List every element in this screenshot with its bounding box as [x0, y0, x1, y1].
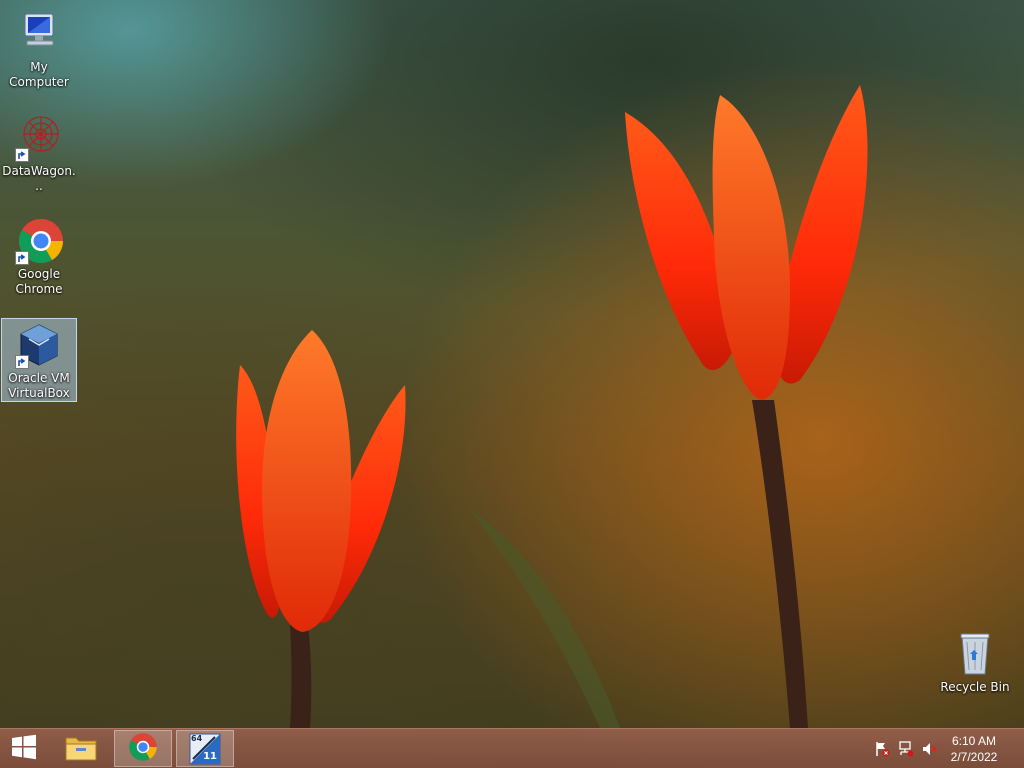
- recycle-bin-icon: [951, 630, 999, 678]
- action-center-flag-icon[interactable]: [873, 741, 891, 757]
- computer-icon: [15, 10, 63, 58]
- my-computer-desktop-icon[interactable]: My Computer: [1, 8, 77, 90]
- virtualbox-icon: [15, 321, 63, 369]
- oracle-vm-virtualbox-label: Oracle VM VirtualBox: [8, 371, 70, 400]
- datawagon-label: DataWagon...: [2, 164, 76, 193]
- chrome-icon: [15, 217, 63, 265]
- taskbar-file-explorer-button[interactable]: [52, 730, 110, 767]
- app-badge-bottom: 11: [203, 750, 217, 762]
- google-chrome-desktop-icon[interactable]: Google Chrome: [1, 215, 77, 297]
- datawagon-icon: [15, 114, 63, 162]
- volume-muted-icon[interactable]: [921, 741, 939, 757]
- start-button[interactable]: [0, 730, 48, 767]
- datawagon-desktop-icon[interactable]: DataWagon...: [1, 112, 77, 194]
- shortcut-arrow-icon: [15, 148, 29, 162]
- app-badge-top: 64: [191, 733, 203, 743]
- shortcut-arrow-icon: [15, 251, 29, 265]
- desktop[interactable]: My Computer DataWagon... Google Chrome O…: [0, 0, 1024, 768]
- oracle-vm-virtualbox-desktop-icon[interactable]: Oracle VM VirtualBox: [1, 318, 77, 402]
- my-computer-label: My Computer: [9, 60, 69, 89]
- shortcut-arrow-icon: [15, 355, 29, 369]
- file-explorer-icon: [64, 732, 98, 766]
- taskbar-chrome-button[interactable]: [114, 730, 172, 767]
- recycle-bin-label: Recycle Bin: [940, 680, 1010, 694]
- wallpaper-tulips: [236, 85, 868, 728]
- recycle-bin-desktop-icon[interactable]: Recycle Bin: [937, 628, 1013, 695]
- clock-date: 2/7/2022: [950, 750, 998, 764]
- windows-logo-icon: [11, 734, 37, 764]
- google-chrome-label: Google Chrome: [15, 267, 63, 296]
- network-icon[interactable]: [897, 741, 915, 757]
- taskbar: 64 11 6:10 AM 2/7/2022: [0, 728, 1024, 768]
- clock-time: 6:10 AM: [951, 734, 997, 748]
- taskbar-app-64-11-button[interactable]: 64 11: [176, 730, 234, 767]
- app-64-11-icon: 64 11: [189, 733, 221, 765]
- chrome-icon: [128, 732, 158, 766]
- taskbar-clock[interactable]: 6:10 AM 2/7/2022: [942, 733, 1006, 765]
